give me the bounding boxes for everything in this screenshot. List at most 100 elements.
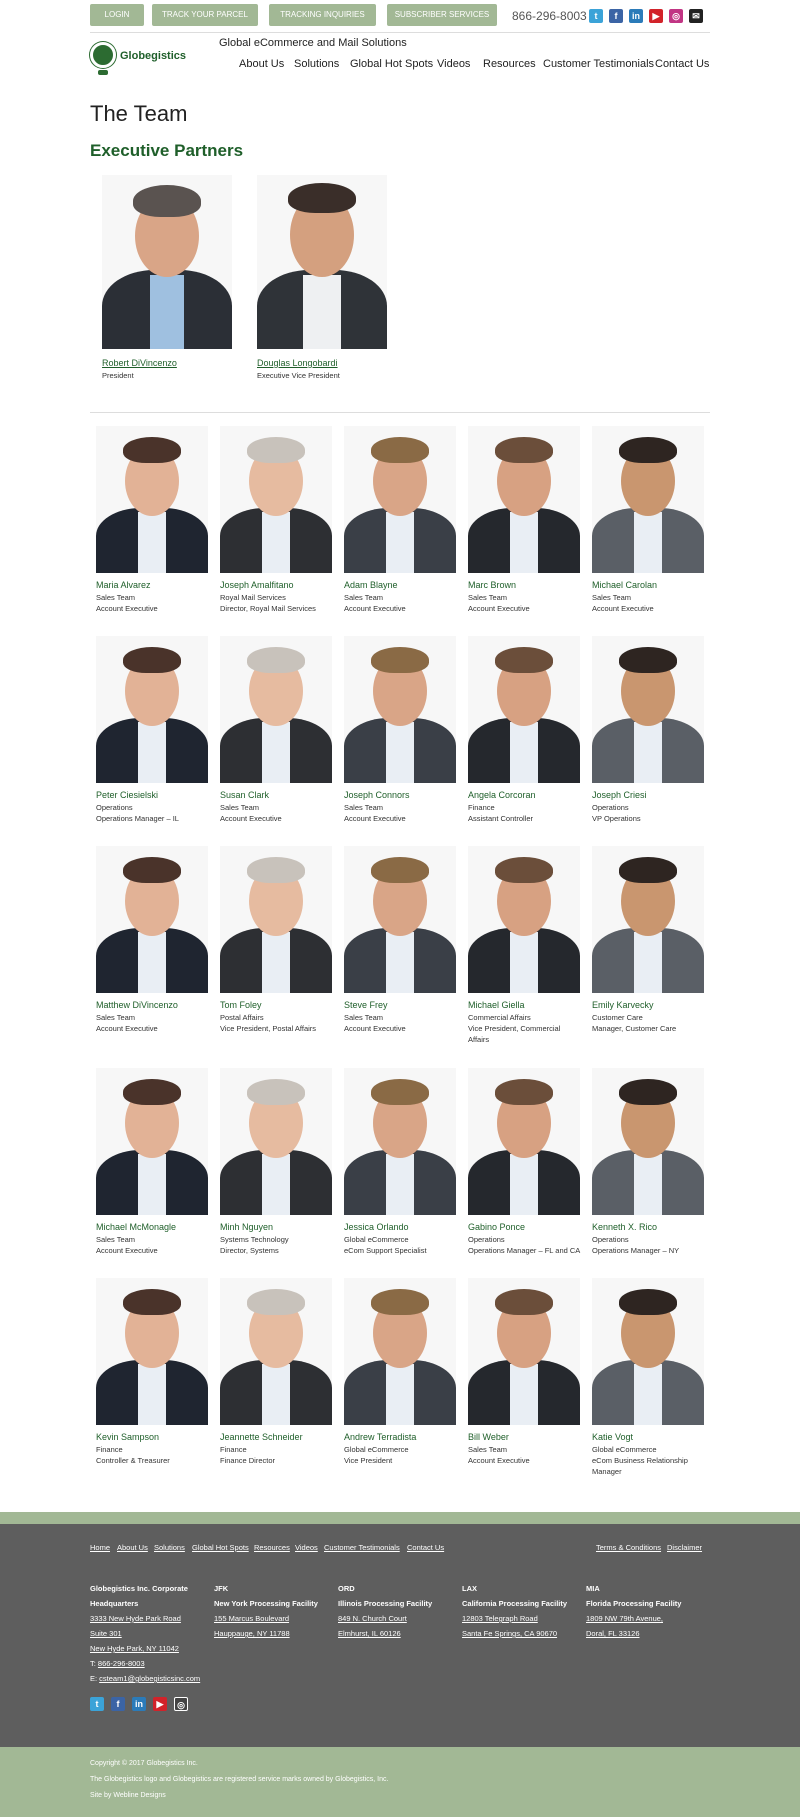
facility-address[interactable]: Hauppauge, NY 11788 <box>214 1629 290 1638</box>
partner-name-link[interactable]: Douglas Longobardi <box>257 358 338 368</box>
site-logo[interactable]: Globegistics <box>90 40 190 76</box>
team-member-name: Joseph Criesi <box>592 790 647 800</box>
facebook-icon[interactable]: f <box>609 9 623 23</box>
team-member-department: Operations <box>592 803 629 812</box>
nav-videos[interactable]: Videos <box>437 58 470 70</box>
partner-photo <box>257 175 387 349</box>
hq-address[interactable]: New Hyde Park, NY 11042 <box>90 1644 179 1653</box>
footer-nav-videos[interactable]: Videos <box>295 1543 318 1552</box>
footer-terms-link[interactable]: Terms & Conditions <box>596 1543 661 1552</box>
footer-facebook-icon[interactable]: f <box>111 1697 125 1711</box>
hq-email-link[interactable]: csteam1@globegisticsinc.com <box>99 1674 200 1683</box>
team-member-department: Sales Team <box>344 593 384 602</box>
youtube-icon[interactable]: ▶ <box>649 9 663 23</box>
tagline: Global eCommerce and Mail Solutions <box>219 37 407 49</box>
team-member-department: Sales Team <box>468 593 508 602</box>
team-member-department: Sales Team <box>468 1445 508 1454</box>
facility-address[interactable]: 849 N. Church Court <box>338 1614 407 1623</box>
hq-title: Headquarters <box>90 1599 139 1608</box>
partner-role: President <box>102 371 134 380</box>
track-parcel-button[interactable]: TRACK YOUR PARCEL <box>152 4 258 26</box>
partner-name-link[interactable]: Robert DiVincenzo <box>102 358 177 368</box>
facility-address[interactable]: 1809 NW 79th Avenue, <box>586 1614 663 1623</box>
nav-global-hot-spots[interactable]: Global Hot Spots <box>350 58 433 70</box>
team-member-department: Sales Team <box>96 1235 136 1244</box>
team-member-title: Account Executive <box>344 604 406 613</box>
team-member-title: Affairs <box>468 1035 490 1044</box>
team-member-name: Joseph Amalfitano <box>220 580 294 590</box>
login-button[interactable]: LOGIN <box>90 4 144 26</box>
team-member-title: Account Executive <box>592 604 654 613</box>
team-member-department: Sales Team <box>96 1013 136 1022</box>
footer-nav-home[interactable]: Home <box>90 1543 110 1552</box>
footer-nav-global-hot-spots[interactable]: Global Hot Spots <box>192 1543 249 1552</box>
footer-instagram-icon[interactable]: ◎ <box>174 1697 188 1711</box>
team-member-name: Tom Foley <box>220 1000 262 1010</box>
nav-about-us[interactable]: About Us <box>239 58 284 70</box>
facility-code: MIA <box>586 1584 600 1593</box>
nav-customer-testimonials[interactable]: Customer Testimonials <box>543 58 654 70</box>
team-member-title: Director, Systems <box>220 1246 279 1255</box>
instagram-icon[interactable]: ◎ <box>669 9 683 23</box>
team-member-department: Postal Affairs <box>220 1013 264 1022</box>
footer-linkedin-icon[interactable]: in <box>132 1697 146 1711</box>
team-member-name: Adam Blayne <box>344 580 398 590</box>
hq-address[interactable]: 3333 New Hyde Park Road <box>90 1614 181 1623</box>
team-member-photo <box>220 636 332 783</box>
nav-resources[interactable]: Resources <box>483 58 536 70</box>
team-member-department: Operations <box>592 1235 629 1244</box>
linkedin-icon[interactable]: in <box>629 9 643 23</box>
twitter-icon[interactable]: t <box>589 9 603 23</box>
team-member-department: Global eCommerce <box>344 1445 409 1454</box>
facility-address[interactable]: 155 Marcus Boulevard <box>214 1614 289 1623</box>
team-member-name: Matthew DiVincenzo <box>96 1000 178 1010</box>
footer-nav-solutions[interactable]: Solutions <box>154 1543 185 1552</box>
nav-contact-us[interactable]: Contact Us <box>655 58 709 70</box>
footer-nav-resources[interactable]: Resources <box>254 1543 290 1552</box>
facility-address[interactable]: Doral, FL 33126 <box>586 1629 640 1638</box>
team-member-photo <box>468 1068 580 1215</box>
footer-twitter-icon[interactable]: t <box>90 1697 104 1711</box>
team-member-department: Sales Team <box>96 593 136 602</box>
tracking-inquiries-button[interactable]: TRACKING INQUIRIES <box>269 4 376 26</box>
team-member-title: Account Executive <box>220 814 282 823</box>
facility-code: ORD <box>338 1584 355 1593</box>
footer-disclaimer-link[interactable]: Disclaimer <box>667 1543 702 1552</box>
hq-address[interactable]: Suite 301 <box>90 1629 122 1638</box>
email-icon[interactable]: ✉ <box>689 9 703 23</box>
team-member-name: Katie Vogt <box>592 1432 634 1442</box>
team-member-title: Finance Director <box>220 1456 276 1465</box>
team-member-photo <box>468 846 580 993</box>
hq-phone-link[interactable]: 866-296-8003 <box>98 1659 145 1668</box>
trademark-notice: The Globegistics logo and Globegistics a… <box>90 1776 389 1783</box>
nav-solutions[interactable]: Solutions <box>294 58 339 70</box>
team-member-title: Account Executive <box>96 1246 158 1255</box>
facility-address[interactable]: 12803 Telegraph Road <box>462 1614 538 1623</box>
facility-address[interactable]: Elmhurst, IL 60126 <box>338 1629 401 1638</box>
page-title: The Team <box>90 101 188 126</box>
footer-youtube-icon[interactable]: ▶ <box>153 1697 167 1711</box>
team-member-photo <box>220 426 332 573</box>
facility-name: New York Processing Facility <box>214 1599 318 1608</box>
team-member-name: Bill Weber <box>468 1432 509 1442</box>
team-member-photo <box>220 1068 332 1215</box>
team-member-photo <box>592 1278 704 1425</box>
team-member-name: Kevin Sampson <box>96 1432 160 1442</box>
team-member-photo <box>344 1068 456 1215</box>
team-member-title: Account Executive <box>96 604 158 613</box>
team-member-title: Account Executive <box>344 814 406 823</box>
team-member-photo <box>96 636 208 783</box>
footer-nav-customer-testimonials[interactable]: Customer Testimonials <box>324 1543 400 1552</box>
team-member-title: Assistant Controller <box>468 814 534 823</box>
footer-nav-about-us[interactable]: About Us <box>117 1543 148 1552</box>
team-member-photo <box>344 426 456 573</box>
team-member-photo <box>592 426 704 573</box>
team-member-title: Director, Royal Mail Services <box>220 604 316 613</box>
subscriber-services-button[interactable]: SUBSCRIBER SERVICES <box>387 4 497 26</box>
team-member-title: Manager, Customer Care <box>592 1024 677 1033</box>
hq-phone-row: T: 866-296-8003 <box>90 1659 145 1668</box>
header-phone[interactable]: 866-296-8003 <box>512 9 587 23</box>
facility-address[interactable]: Santa Fe Springs, CA 90670 <box>462 1629 557 1638</box>
team-member-photo <box>96 1278 208 1425</box>
footer-nav-contact-us[interactable]: Contact Us <box>407 1543 444 1552</box>
